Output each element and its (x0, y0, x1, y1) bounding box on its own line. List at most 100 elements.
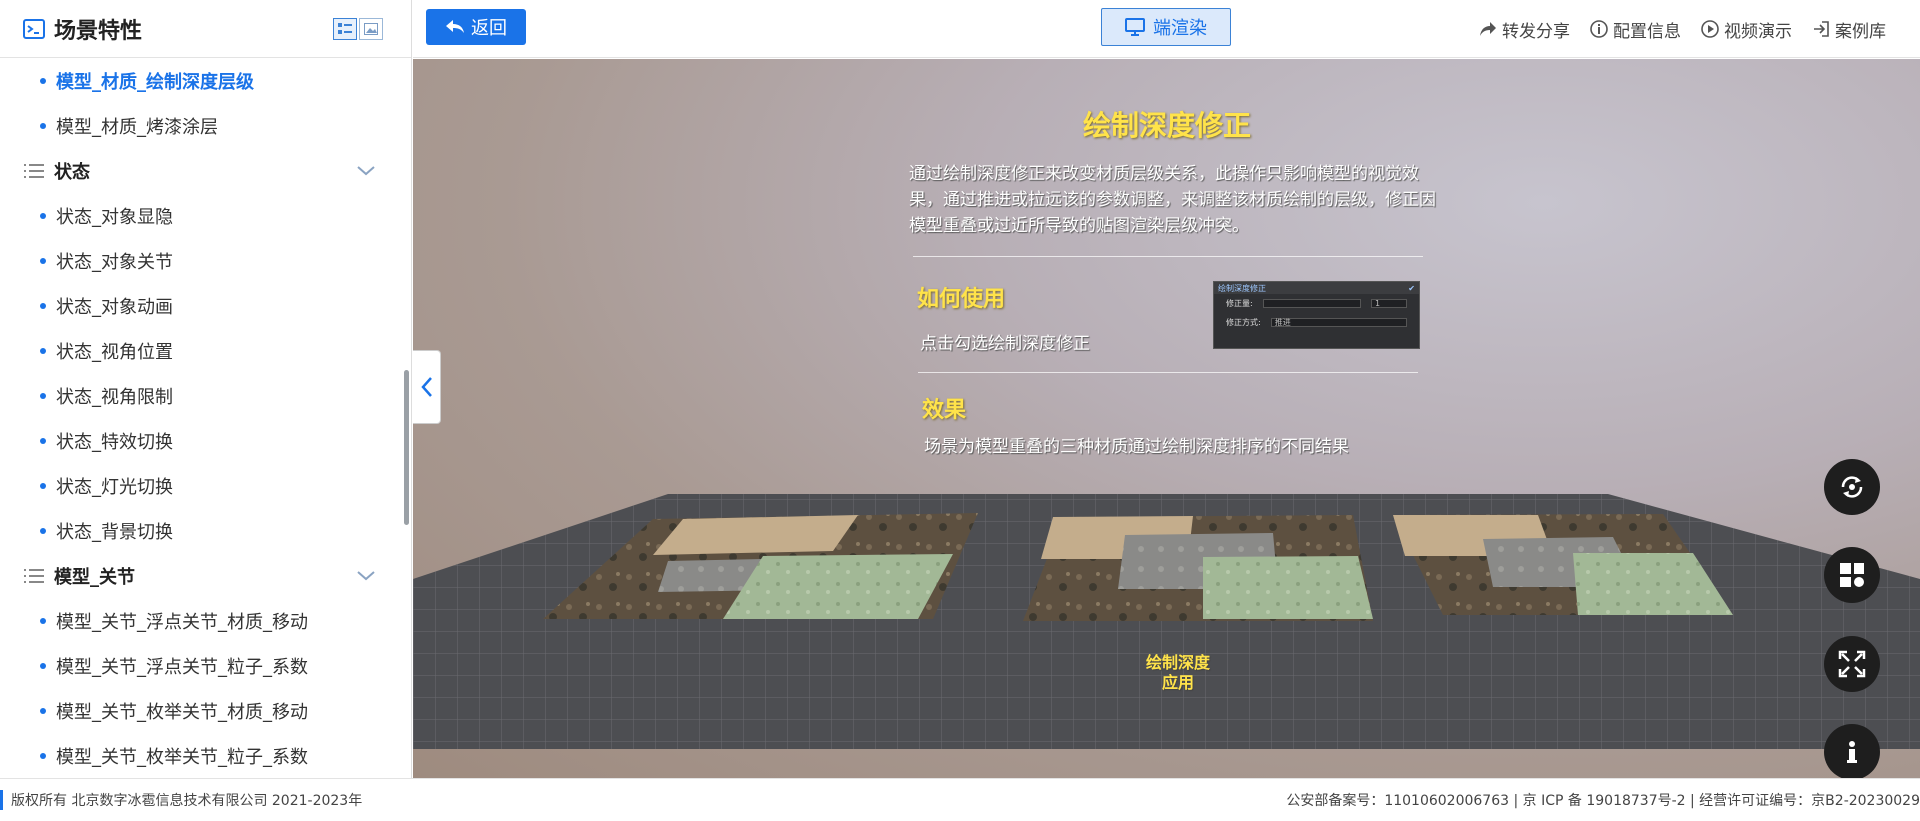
terminal-icon (23, 18, 45, 39)
sidebar-scrollbar[interactable] (404, 370, 409, 525)
bullet-icon (40, 437, 46, 444)
top-bar: 返回 端渲染 转发分享 配置信息 视频演示 案例库 (413, 0, 1920, 58)
sidebar-group-joint[interactable]: 模型_关节 (0, 553, 403, 598)
sidebar-item[interactable]: 模型_材质_烤漆涂层 (0, 103, 403, 148)
floor-label-line: 应用 (1161, 673, 1194, 692)
sidebar-group-status[interactable]: 状态 (0, 148, 403, 193)
sidebar-item[interactable]: 状态_视角限制 (0, 373, 403, 418)
sidebar-item-label: 状态_特效切换 (56, 431, 173, 453)
sidebar-item[interactable]: 模型_关节_枚举关节_粒子_系数 (0, 733, 403, 778)
sidebar-list: 模型_材质_绘制深度层级 模型_材质_烤漆涂层 状态 状态_对象显隐 状态_对象… (0, 58, 403, 778)
sidebar-item-label: 状态_对象动画 (56, 296, 173, 318)
sidebar-item[interactable]: 状态_特效切换 (0, 418, 403, 463)
view-toggle (333, 17, 383, 40)
reply-arrow-icon (446, 20, 464, 33)
divider (918, 372, 1418, 373)
bullet-icon (40, 302, 46, 309)
check-icon: ✔ (1408, 283, 1415, 293)
sidebar-item[interactable]: 模型_材质_绘制深度层级 (0, 58, 403, 103)
collapse-sidebar-button[interactable] (413, 350, 441, 424)
info-button[interactable] (1824, 724, 1880, 778)
sidebar-item-label: 状态_灯光切换 (56, 476, 173, 498)
config-action[interactable]: 配置信息 (1590, 17, 1681, 42)
info-icon (1847, 741, 1857, 763)
layout-button[interactable] (1824, 547, 1880, 603)
bullet-icon (40, 122, 46, 129)
scene-title: 绘制深度修正 (1083, 109, 1252, 142)
image-view-button[interactable] (359, 17, 383, 40)
bullet-icon (40, 752, 46, 759)
preview-header: 绘制深度修正 ✔ (1214, 282, 1419, 294)
chevron-left-icon (420, 377, 432, 397)
sidebar-item-label: 模型_关节_浮点关节_材质_移动 (56, 611, 308, 633)
fullscreen-button[interactable] (1824, 636, 1880, 692)
preview-select: 推进 (1270, 318, 1407, 327)
sidebar-item[interactable]: 模型_关节_浮点关节_材质_移动 (0, 598, 403, 643)
sidebar-item[interactable]: 模型_关节_枚举关节_材质_移动 (0, 688, 403, 733)
chevron-down-icon[interactable] (357, 570, 375, 581)
rotate-view-button[interactable] (1824, 459, 1880, 515)
top-actions: 转发分享 配置信息 视频演示 案例库 (1479, 0, 1886, 58)
layout-icon (1840, 563, 1864, 587)
sidebar-item-label: 状态_背景切换 (56, 521, 173, 543)
sidebar-item[interactable]: 模型_关节_浮点关节_粒子_系数 (0, 643, 403, 688)
how-to-use-title: 如何使用 (917, 287, 1006, 312)
scene-viewport[interactable]: 绘制深度修正 通过绘制深度修正来改变材质层级关系，此操作只影响模型的视觉效果，通… (413, 59, 1920, 778)
depth-settings-preview: 绘制深度修正 ✔ 修正量: 1 修正方式: 推进 (1213, 281, 1420, 349)
bullet-icon (40, 257, 46, 264)
sidebar-item-label: 模型_关节_枚举关节_材质_移动 (56, 701, 308, 723)
monitor-icon (1125, 18, 1145, 36)
sidebar-item[interactable]: 状态_对象显隐 (0, 193, 403, 238)
sidebar-item-label: 模型_材质_绘制深度层级 (56, 71, 254, 93)
render-button[interactable]: 端渲染 (1101, 8, 1231, 46)
list-bullets-icon (24, 568, 44, 583)
sidebar-item-label: 模型_关节_枚举关节_粒子_系数 (56, 746, 308, 768)
case-library-action[interactable]: 案例库 (1812, 17, 1886, 42)
how-to-use-text: 点击勾选绘制深度修正 (920, 334, 1090, 354)
sidebar-item[interactable]: 状态_对象动画 (0, 283, 403, 328)
rotate-icon (1841, 476, 1863, 498)
sidebar-item[interactable]: 状态_视角位置 (0, 328, 403, 373)
sidebar-item-label: 状态_视角位置 (56, 341, 173, 363)
fullscreen-icon (1838, 650, 1866, 678)
bullet-icon (40, 347, 46, 354)
bullet-icon (40, 77, 46, 84)
sidebar-item-label: 状态_对象显隐 (56, 206, 173, 228)
sidebar-item-label: 模型_材质_烤漆涂层 (56, 116, 218, 138)
image-icon (364, 22, 378, 35)
sidebar-item[interactable]: 状态_灯光切换 (0, 463, 403, 508)
login-icon (1814, 21, 1829, 37)
info-circle-icon (1590, 20, 1608, 38)
back-button-label: 返回 (471, 18, 507, 39)
list-bullets-icon (24, 163, 44, 178)
sidebar-item-label: 状态_对象关节 (56, 251, 173, 273)
video-label: 视频演示 (1724, 21, 1792, 42)
bullet-icon (40, 392, 46, 399)
effect-title: 效果 (922, 398, 967, 423)
floor-label: 绘制深度 应用 (1123, 653, 1233, 693)
sidebar-item-label: 状态_视角限制 (56, 386, 173, 408)
back-button[interactable]: 返回 (426, 9, 526, 45)
preview-row-label: 修正量: (1226, 299, 1253, 308)
preview-slider (1262, 299, 1361, 308)
sidebar-item-label: 模型_关节_浮点关节_粒子_系数 (56, 656, 308, 678)
list-icon (338, 22, 352, 34)
share-action[interactable]: 转发分享 (1479, 17, 1570, 42)
scene-description: 通过绘制深度修正来改变材质层级关系，此操作只影响模型的视觉效果，通过推进或拉远该… (909, 164, 1436, 236)
bullet-icon (40, 212, 46, 219)
bullet-icon (40, 707, 46, 714)
bullet-icon (40, 527, 46, 534)
share-icon (1480, 22, 1496, 36)
preview-row: 修正量: 1 (1214, 294, 1419, 313)
sidebar-title: 场景特性 (54, 18, 143, 44)
preview-value: 1 (1371, 299, 1407, 308)
footer: 版权所有 北京数字冰雹信息技术有限公司 2021-2023年 公安部备案号：11… (0, 778, 1920, 821)
list-view-button[interactable] (333, 17, 357, 40)
divider (913, 256, 1423, 257)
sidebar-item[interactable]: 状态_背景切换 (0, 508, 403, 553)
config-label: 配置信息 (1613, 21, 1681, 42)
sidebar: 场景特性 模型_材质_绘制深度层级 模型_材质_烤漆涂层 状态 状态_对象显隐 … (0, 0, 412, 778)
chevron-down-icon[interactable] (357, 165, 375, 176)
sidebar-item[interactable]: 状态_对象关节 (0, 238, 403, 283)
video-action[interactable]: 视频演示 (1701, 17, 1792, 42)
